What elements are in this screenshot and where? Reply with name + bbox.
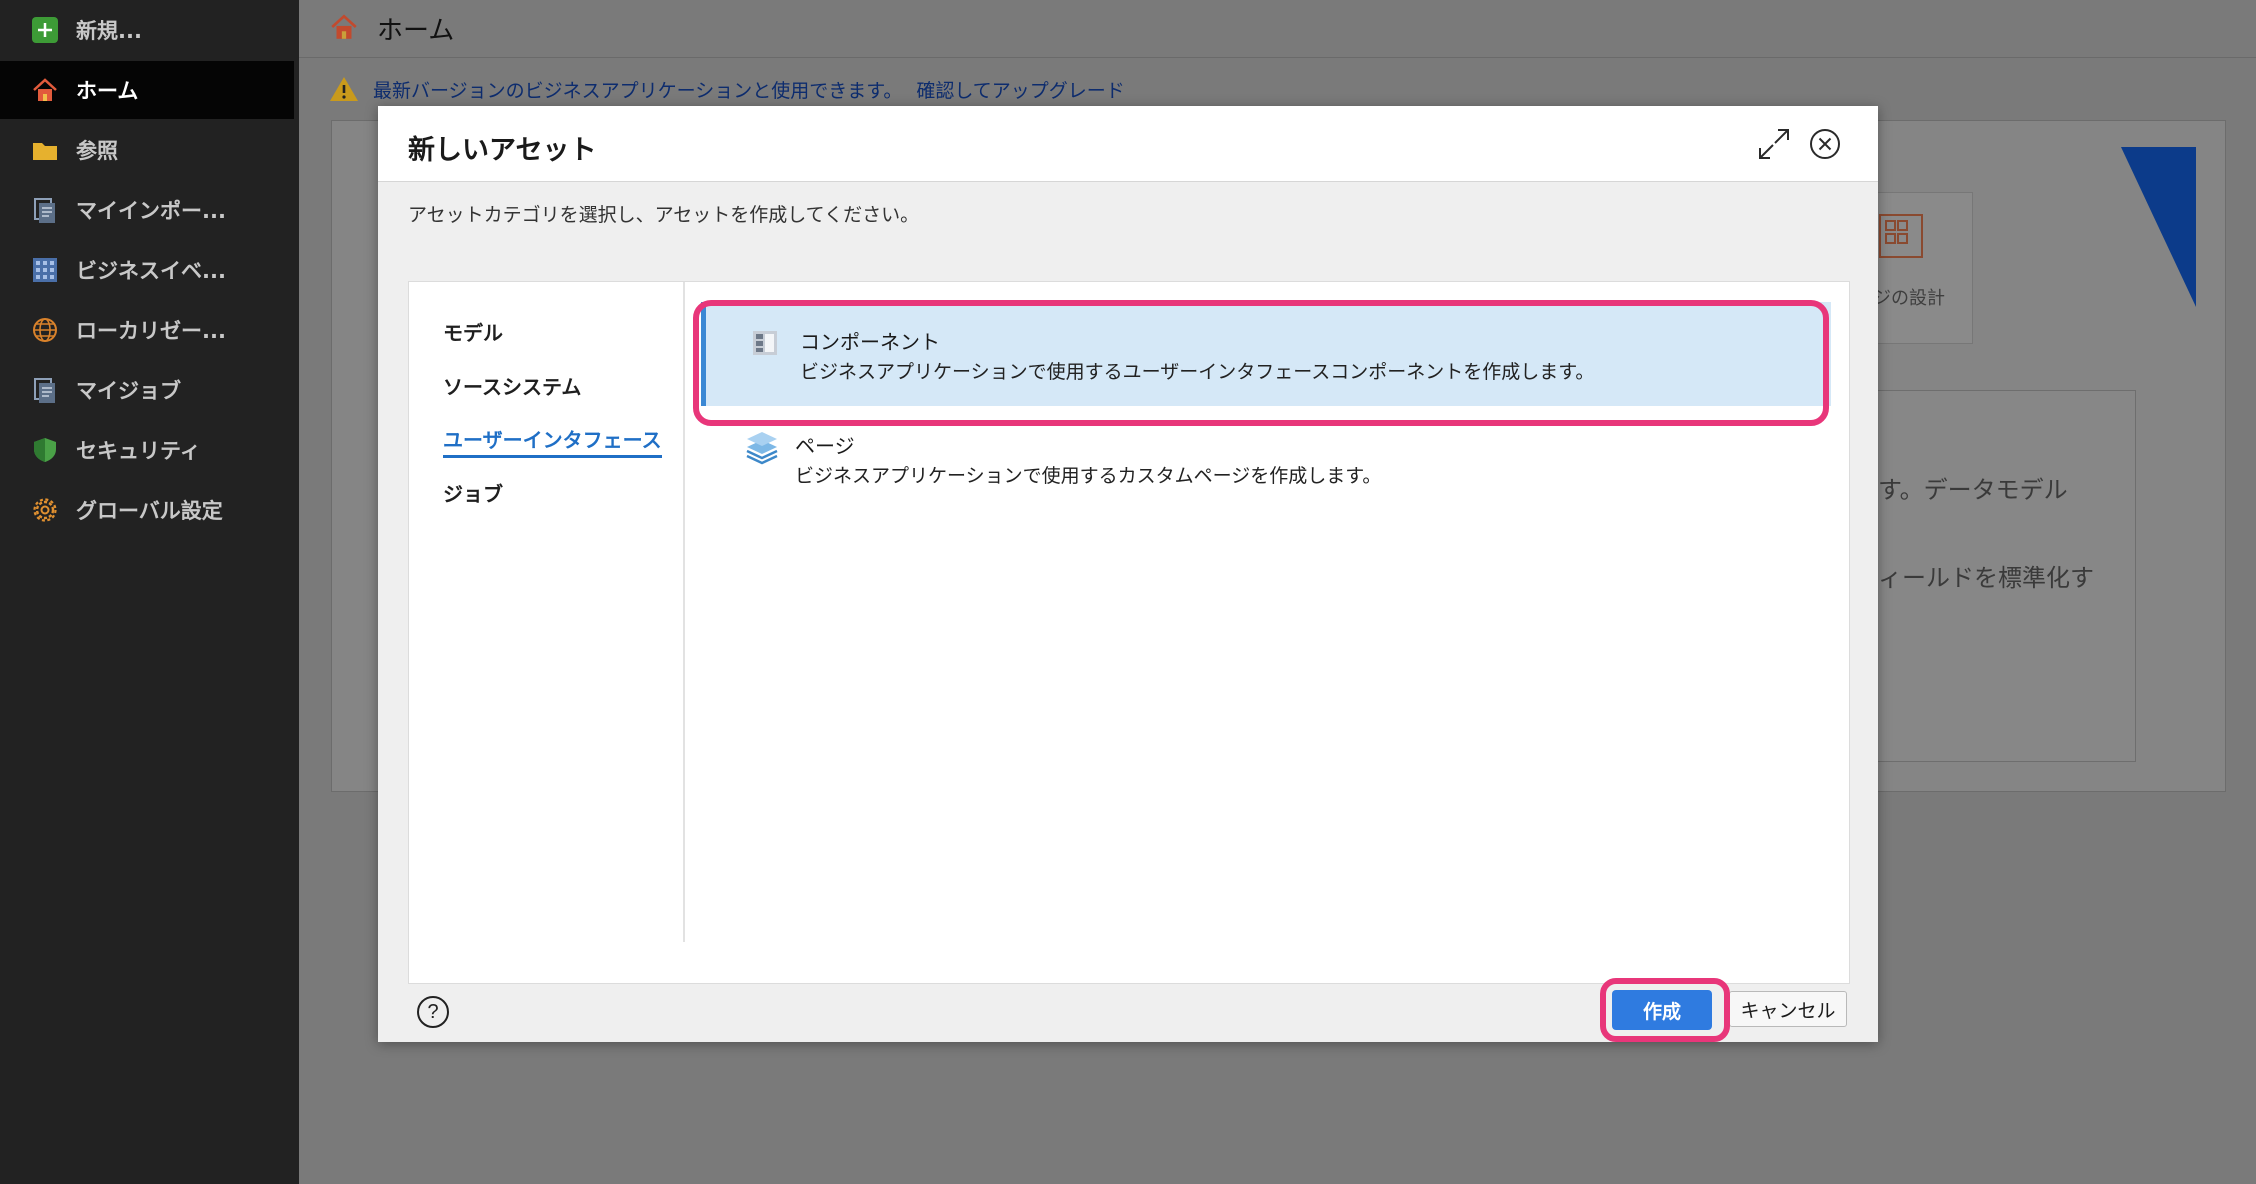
sidebar-item-label: 参照	[76, 139, 118, 163]
upgrade-link[interactable]: 確認してアップグレード	[916, 76, 1124, 103]
sidebar-item-global-settings[interactable]: グローバル設定	[0, 481, 294, 539]
category-user-interface[interactable]: ユーザーインタフェース	[443, 424, 662, 458]
upgrade-banner: 最新バージョンのビジネスアプリケーションと使用できます。 確認してアップグレード	[329, 72, 1125, 106]
category-list: モデル ソースシステム ユーザーインタフェース ジョブ	[409, 282, 685, 942]
page-title: ホーム	[377, 16, 455, 46]
plus-icon	[30, 15, 60, 45]
dialog-description: アセットカテゴリを選択し、アセットを作成してください。	[408, 204, 920, 226]
cancel-button[interactable]: キャンセル	[1729, 991, 1847, 1027]
sidebar-item-label: マイインポー...	[76, 199, 226, 223]
sidebar-item-label: ローカリゼー...	[76, 319, 226, 343]
asset-name: ページ	[795, 434, 855, 458]
sidebar-item-label: ビジネスイベ...	[76, 259, 226, 283]
gear-icon	[30, 495, 60, 525]
sidebar-item-new[interactable]: 新規...	[0, 1, 294, 59]
grid-icon	[30, 255, 60, 285]
layers-icon	[745, 432, 778, 465]
close-icon[interactable]	[1807, 126, 1843, 162]
sidebar-item-browse[interactable]: 参照	[0, 121, 294, 179]
home-icon	[30, 75, 60, 105]
banner-graphic	[2121, 147, 2196, 307]
dialog-title: 新しいアセット	[408, 135, 597, 166]
expand-icon[interactable]	[1756, 126, 1792, 162]
sidebar-item-my-jobs[interactable]: マイジョブ	[0, 361, 294, 419]
folder-icon	[30, 135, 60, 165]
sidebar: 新規... ホーム 参照 マイインポー... ビジネスイベ... ローカリゼー.…	[0, 0, 299, 1184]
sidebar-item-label: ホーム	[76, 79, 139, 103]
background-tile-label: ジの設計	[1873, 288, 1945, 309]
sidebar-item-home[interactable]: ホーム	[0, 61, 294, 119]
category-job[interactable]: ジョブ	[443, 478, 503, 507]
layout-icon	[1879, 214, 1923, 258]
asset-description: ビジネスアプリケーションで使用するカスタムページを作成します。	[795, 465, 1382, 487]
globe-icon	[30, 315, 60, 345]
sidebar-item-my-imports[interactable]: マイインポー...	[0, 181, 294, 239]
sidebar-item-security[interactable]: セキュリティ	[0, 421, 294, 479]
shield-icon	[30, 435, 60, 465]
document-icon	[30, 375, 60, 405]
highlight-component	[693, 300, 1829, 426]
document-icon	[30, 195, 60, 225]
sidebar-item-label: 新規...	[76, 19, 142, 43]
sidebar-item-label: グローバル設定	[76, 499, 223, 523]
category-source-system[interactable]: ソースシステム	[443, 371, 581, 400]
sidebar-item-label: セキュリティ	[76, 439, 201, 463]
help-icon[interactable]: ?	[417, 996, 449, 1028]
background-text: す。データモデル	[1878, 476, 2068, 504]
sidebar-item-localization[interactable]: ローカリゼー...	[0, 301, 294, 359]
warning-icon	[329, 75, 359, 103]
home-icon	[329, 12, 359, 46]
sidebar-item-label: マイジョブ	[76, 379, 181, 403]
upgrade-message: 最新バージョンのビジネスアプリケーションと使用できます。	[373, 79, 903, 102]
new-asset-dialog: 新しいアセット アセットカテゴリを選択し、アセットを作成してください。 モデル …	[378, 106, 1878, 1042]
dialog-header: 新しいアセット	[378, 106, 1878, 182]
highlight-create-button	[1600, 978, 1730, 1042]
main-header: ホーム	[299, 0, 2256, 58]
sidebar-item-business-events[interactable]: ビジネスイベ...	[0, 241, 294, 299]
background-text: ィールドを標準化す	[1878, 564, 2094, 592]
category-model[interactable]: モデル	[443, 317, 503, 346]
